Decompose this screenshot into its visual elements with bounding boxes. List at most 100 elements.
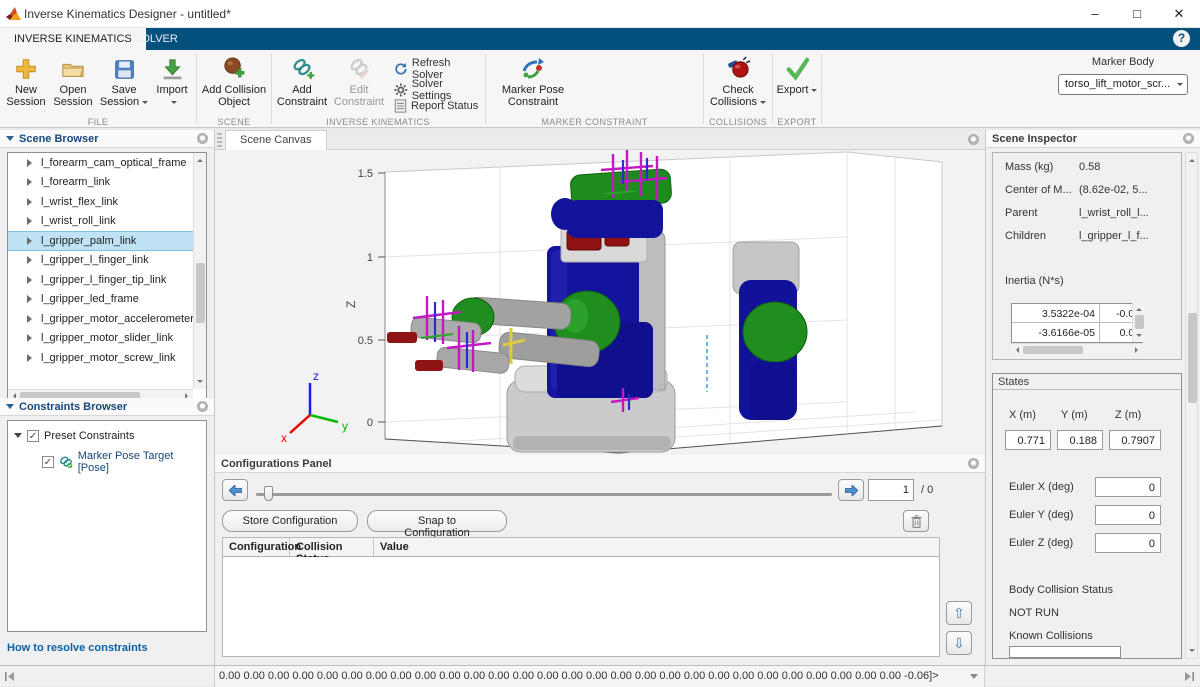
configurations-table-body[interactable] [222, 557, 940, 657]
y-input[interactable]: 0.188 [1057, 430, 1103, 450]
euler-z-input[interactable]: 0 [1095, 533, 1161, 553]
marker-body-dropdown[interactable]: torso_lift_motor_scr... [1058, 74, 1188, 95]
delete-configuration-button[interactable] [903, 510, 929, 532]
expand-icon[interactable] [27, 256, 36, 264]
move-up-button[interactable]: ⇧ [946, 601, 972, 625]
collapse-icon[interactable] [6, 404, 14, 413]
configuration-total-label: / 0 [921, 484, 933, 496]
help-icon[interactable]: ? [1173, 30, 1190, 47]
previous-configuration-button[interactable] [222, 479, 248, 501]
scroll-start-icon[interactable] [5, 672, 15, 681]
scene-inspector-properties: Mass (kg) 0.58 Center of M... (8.62e-02,… [992, 152, 1182, 360]
configurations-panel-header[interactable]: Configurations Panel [215, 455, 985, 473]
tree-item[interactable]: l_gripper_l_finger_tip_link [8, 270, 206, 290]
add-constraint-button[interactable]: Add Constraint [276, 53, 328, 108]
z-input[interactable]: 0.7907 [1109, 430, 1161, 450]
report-status-button[interactable]: Report Status [394, 99, 478, 113]
arrow-left-icon [229, 485, 242, 496]
scene-inspector-header[interactable]: Scene Inspector [986, 130, 1200, 148]
export-button[interactable]: Export [775, 53, 819, 96]
scene-browser-header[interactable]: Scene Browser [0, 130, 214, 148]
tree-vertical-scrollbar[interactable] [193, 153, 206, 389]
maximize-button[interactable]: □ [1116, 0, 1158, 28]
tree-item[interactable]: l_forearm_link [8, 173, 206, 193]
inertia-table[interactable]: 3.5322e-04-0.00 -3.6166e-050.00 [1011, 303, 1143, 343]
tree-item-selected[interactable]: l_gripper_palm_link [8, 231, 206, 251]
tree-item[interactable]: l_forearm_cam_optical_frame [8, 153, 206, 173]
known-collisions-box[interactable] [1009, 646, 1121, 658]
expand-icon[interactable] [27, 217, 36, 225]
expand-icon[interactable] [27, 295, 36, 303]
expand-icon[interactable] [27, 315, 36, 323]
open-session-button[interactable]: Open Session [50, 53, 96, 108]
import-button[interactable]: Import [152, 53, 192, 108]
inertia-vertical-scrollbar[interactable] [1132, 303, 1145, 342]
x-input[interactable]: 0.771 [1005, 430, 1051, 450]
add-collision-object-button[interactable]: Add Collision Object [200, 53, 268, 108]
tree-item[interactable]: l_gripper_led_frame [8, 290, 206, 310]
scene-canvas-viewport[interactable]: 1.5 1 0.5 0 Z [215, 150, 985, 455]
expand-icon[interactable] [27, 159, 36, 167]
property-value: l_wrist_roll_l... [1079, 207, 1149, 219]
configuration-vector-readout[interactable]: 0.00 0.00 0.00 0.00 0.00 0.00 0.00 0.00 … [215, 666, 985, 687]
column-configuration[interactable]: Configuration [223, 538, 290, 556]
euler-x-input[interactable]: 0 [1095, 477, 1161, 497]
close-button[interactable]: ✕ [1158, 0, 1200, 28]
known-collisions-label: Known Collisions [1009, 630, 1093, 642]
expand-readout-icon[interactable] [970, 674, 978, 683]
scroll-end-icon[interactable] [1184, 672, 1194, 681]
column-value[interactable]: Value [374, 538, 939, 556]
tree-item[interactable]: l_wrist_flex_link [8, 192, 206, 212]
inertia-horizontal-scrollbar[interactable] [1011, 343, 1143, 355]
configuration-slider[interactable] [256, 486, 832, 502]
constraints-browser-tree[interactable]: ✓ Preset Constraints ✓ Marker Pose Targe… [7, 420, 207, 632]
tree-item[interactable]: l_wrist_roll_link [8, 212, 206, 232]
tree-item[interactable]: l_gripper_motor_accelerometer_l [8, 309, 206, 329]
new-session-button[interactable]: New Session [4, 53, 48, 108]
expand-icon[interactable] [27, 334, 36, 342]
gear-icon[interactable] [968, 134, 979, 145]
gear-icon[interactable] [1183, 133, 1194, 144]
collapse-icon[interactable] [6, 136, 14, 145]
tree-item[interactable]: l_gripper_motor_screw_link [8, 348, 206, 368]
expand-icon[interactable] [27, 198, 36, 206]
marker-pose-constraint-button[interactable]: Marker Pose Constraint [498, 53, 568, 108]
scene-browser-tree[interactable]: l_forearm_cam_optical_frame l_forearm_li… [7, 152, 207, 402]
states-title: States [993, 374, 1181, 390]
how-to-resolve-constraints-link[interactable]: How to resolve constraints [7, 642, 148, 654]
expand-icon[interactable] [27, 237, 36, 245]
gear-icon[interactable] [197, 401, 208, 412]
scene-inspector-title: Scene Inspector [992, 133, 1077, 145]
tree-item[interactable]: l_gripper_l_finger_link [8, 251, 206, 271]
expand-icon[interactable] [27, 276, 36, 284]
panel-drag-handle[interactable] [217, 133, 222, 147]
slider-thumb[interactable] [264, 486, 273, 501]
matlab-logo-icon [6, 7, 21, 21]
column-collision-status[interactable]: Collision Status [290, 538, 374, 556]
next-configuration-button[interactable] [838, 479, 864, 501]
preset-constraints-checkbox[interactable]: ✓ [27, 430, 39, 442]
property-label: Parent [1005, 207, 1037, 219]
euler-y-input[interactable]: 0 [1095, 505, 1161, 525]
constraints-browser-header[interactable]: Constraints Browser [0, 398, 214, 416]
move-down-button[interactable]: ⇩ [946, 631, 972, 655]
expand-icon[interactable] [27, 354, 36, 362]
tab-solver[interactable]: SOLVER [120, 28, 192, 50]
snap-to-configuration-button[interactable]: Snap to Configuration [367, 510, 507, 532]
tab-scene-canvas[interactable]: Scene Canvas [225, 130, 327, 150]
marker-pose-target-checkbox[interactable]: ✓ [42, 456, 54, 468]
preset-constraints-node[interactable]: ✓ Preset Constraints [8, 429, 206, 442]
expand-icon[interactable] [27, 178, 36, 186]
inspector-vertical-scrollbar[interactable] [1185, 152, 1198, 659]
property-value: (8.62e-02, 5... [1079, 184, 1148, 196]
configuration-index-input[interactable]: 1 [868, 479, 914, 501]
marker-pose-target-node[interactable]: ✓ Marker Pose Target [Pose] [8, 450, 206, 474]
gear-icon[interactable] [968, 458, 979, 469]
save-session-button[interactable]: Save Session [98, 53, 150, 108]
expand-icon[interactable] [14, 433, 22, 442]
check-collisions-button[interactable]: Check Collisions [706, 53, 770, 108]
store-configuration-button[interactable]: Store Configuration [222, 510, 358, 532]
tree-item[interactable]: l_gripper_motor_slider_link [8, 329, 206, 349]
minimize-button[interactable]: – [1074, 0, 1116, 28]
gear-icon[interactable] [197, 133, 208, 144]
